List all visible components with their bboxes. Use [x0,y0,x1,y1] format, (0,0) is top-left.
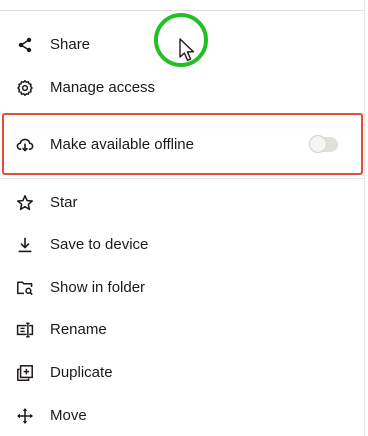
menu-item-move[interactable]: Move [0,398,364,434]
download-icon [16,236,34,254]
star-icon [16,194,34,212]
menu-item-rename[interactable]: Rename [0,312,364,348]
menu-item-save-to-device[interactable]: Save to device [0,227,364,263]
menu-item-manage-access[interactable]: Manage access [0,70,364,106]
menu-item-show-in-folder[interactable]: Show in folder [0,270,364,306]
menu-item-duplicate[interactable]: Duplicate [0,355,364,391]
menu-item-label: Share [50,36,91,53]
folder-search-icon [16,279,34,297]
share-icon [16,36,34,54]
menu-item-label: Make available offline [50,136,194,153]
menu-item-label: Rename [50,321,107,338]
gear-icon [16,79,34,97]
menu-item-label: Move [50,407,87,424]
menu-divider [0,178,364,179]
menu-item-label: Save to device [50,236,149,253]
toggle-knob [310,136,326,152]
duplicate-icon [16,364,34,382]
menu-item-share[interactable]: Share [0,27,364,63]
menu-item-label: Star [50,194,78,211]
menu-item-star[interactable]: Star [0,185,364,221]
menu-item-label: Manage access [50,79,156,96]
rename-icon [16,321,34,339]
offline-toggle[interactable] [310,136,338,152]
menu-item-label: Duplicate [50,364,113,381]
context-menu: Share Manage access Make available offli… [0,0,365,436]
menu-item-label: Show in folder [50,279,146,296]
cloud-download-icon [16,136,34,154]
menu-divider [0,113,364,114]
menu-item-make-available-offline[interactable]: Make available offline [0,127,364,163]
menu-divider [0,10,364,11]
move-icon [16,407,34,425]
